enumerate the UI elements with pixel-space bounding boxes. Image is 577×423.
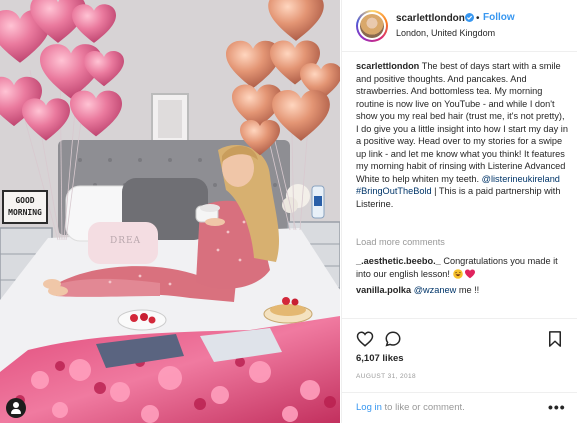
post-sidebar: scarlettlondon • Follow London, United K…	[341, 0, 577, 423]
bookmark-icon[interactable]	[546, 330, 564, 348]
separator-dot: •	[476, 13, 480, 24]
action-bar	[342, 318, 577, 348]
caption-text: The best of days start with a smile and …	[356, 61, 568, 184]
likes-count[interactable]: 6,107 likes	[356, 353, 404, 364]
username-link[interactable]: scarlettlondon	[396, 13, 465, 24]
login-prompt: Log in to like or comment.	[356, 402, 465, 413]
bedroom-photo-illustration	[0, 0, 340, 423]
caption-mention-link[interactable]: @listerineukireland	[482, 174, 560, 184]
user-tag-icon[interactable]	[6, 398, 26, 418]
login-prompt-text: to like or comment.	[384, 402, 465, 413]
red-heart-emoji-icon	[465, 269, 476, 278]
post-photo[interactable]: GOOD MORNING DREA	[0, 0, 340, 423]
post-date[interactable]: AUGUST 31, 2018	[356, 373, 416, 380]
caption-username[interactable]: scarlettlondon	[356, 61, 419, 71]
comment-username[interactable]: vanilla.polka	[356, 285, 411, 295]
post-header: scarlettlondon • Follow London, United K…	[342, 0, 577, 52]
lightbox-line: GOOD	[15, 196, 35, 205]
comment-mention-link[interactable]: @wzanew	[414, 285, 457, 295]
lightbox-line: MORNING	[8, 208, 42, 217]
comment-item: vanilla.polka @wzanew me !!	[356, 284, 568, 297]
pillow-text: DREA	[110, 236, 142, 246]
post-caption: scarlettlondon The best of days start wi…	[356, 60, 568, 210]
follow-button[interactable]: Follow	[483, 12, 515, 23]
more-dots-icon[interactable]: •••	[548, 399, 566, 415]
comment-username[interactable]: _.aesthetic.beebo._	[356, 256, 441, 266]
good-morning-lightbox-sign: GOOD MORNING	[2, 190, 48, 224]
caption-hashtag-link[interactable]: #BringOutTheBold	[356, 186, 432, 196]
avatar[interactable]	[356, 10, 388, 42]
location-link[interactable]: London, United Kingdom	[396, 28, 495, 38]
load-more-comments-button[interactable]: Load more comments	[356, 237, 445, 247]
comment-item: _.aesthetic.beebo._ Congratulations you …	[356, 255, 568, 280]
verified-badge-icon	[465, 13, 474, 22]
laughing-emoji-icon	[452, 268, 463, 279]
speech-bubble-icon[interactable]	[384, 330, 402, 348]
heart-outline-icon[interactable]	[356, 330, 374, 348]
comment-text: me !!	[458, 285, 480, 295]
login-link[interactable]: Log in	[356, 402, 382, 413]
post-footer: Log in to like or comment. •••	[342, 392, 577, 423]
